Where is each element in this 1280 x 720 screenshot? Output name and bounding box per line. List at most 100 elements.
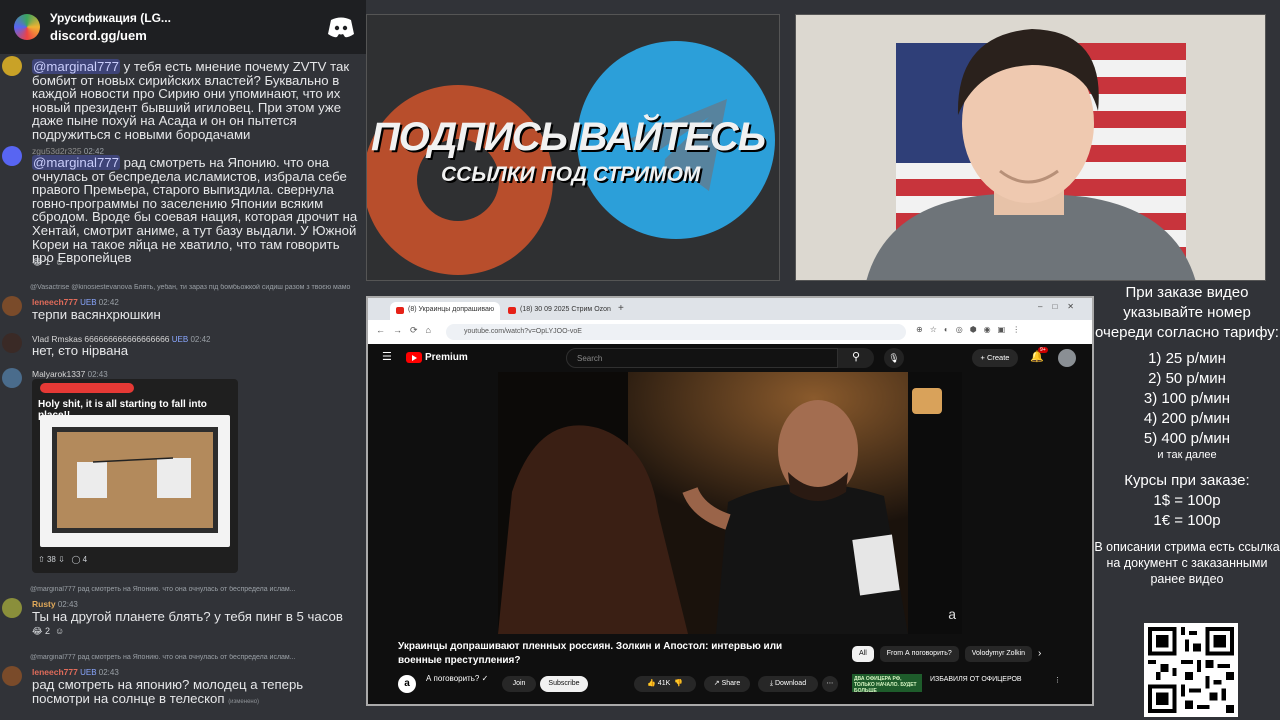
username[interactable]: leneech777: [32, 667, 78, 677]
message-time: 02:43: [98, 668, 119, 677]
chat-message: Vlad Rmskas 666666666666666666 UEB 02:42…: [0, 330, 366, 360]
subscribe-button[interactable]: Subscribe: [540, 676, 588, 692]
avatar[interactable]: [2, 296, 22, 316]
discord-header: Урусификация (LG... discord.gg/uem: [0, 0, 366, 54]
edited-label: (изменено): [228, 698, 260, 705]
reactions[interactable]: 😂 1 ☺: [32, 257, 64, 268]
discord-chat-panel: Урусификация (LG... discord.gg/uem @marg…: [0, 0, 366, 720]
chip-all[interactable]: All: [852, 646, 874, 662]
courses-title: Курсы при заказе:: [1124, 472, 1250, 489]
avatar[interactable]: [2, 666, 22, 686]
chip-from-channel[interactable]: From А поговорить?: [879, 646, 959, 662]
tab-strip: (8) Украинцы допрашиваю (18) 30 09 2025 …: [368, 298, 1092, 320]
subscribe-banner: ПОДПИСЫВАЙТЕСЬ ССЫЛКИ ПОД СТРИМОМ: [366, 14, 780, 281]
account-avatar[interactable]: [1058, 349, 1076, 367]
price-item: 5) 400 р/мин: [1143, 430, 1231, 447]
create-button[interactable]: + Create: [972, 349, 1018, 367]
chat-message: @marginal777 рад смотреть на Японию. что…: [0, 586, 366, 642]
rec-thumbnail: ДВА ОФИЦЕРА РФ, ТОЛЬКО НАЧАЛО. БУДЕТ БОЛ…: [852, 674, 922, 694]
reactions[interactable]: 😂 2 ☺: [32, 626, 64, 637]
price-item: 3) 100 р/мин: [1143, 390, 1231, 407]
image-embed[interactable]: Holy shit, it is all starting to fall in…: [32, 379, 238, 573]
chat-message: @marginal777 рад смотреть на Японию. что…: [0, 654, 366, 720]
username[interactable]: leneech777: [32, 297, 78, 307]
avatar[interactable]: [2, 598, 22, 618]
like-button[interactable]: 👍 41K 👎: [634, 676, 696, 692]
message-meta: Rusty 02:43: [32, 599, 78, 609]
recommendation-chips: All From А поговорить? Volodymyr Zolkin …: [852, 646, 1041, 662]
chat-message: @marginal777 у тебя есть мнение почему Z…: [0, 54, 366, 141]
message-meta: leneech777 UEB 02:43: [32, 667, 119, 677]
avatar[interactable]: [2, 333, 22, 353]
reply-preview[interactable]: @marginal777 рад смотреть на Японию. что…: [30, 654, 364, 661]
download-button[interactable]: ⤓ Download: [758, 676, 818, 692]
invite-link[interactable]: discord.gg/uem: [50, 27, 171, 44]
join-button[interactable]: Join: [502, 676, 536, 692]
price-item: 2) 50 р/мин: [1148, 370, 1226, 387]
url-field[interactable]: youtube.com/watch?v=OpLYJOO-voE: [446, 324, 906, 340]
embed-image: [40, 415, 230, 547]
search-icon[interactable]: ⚲: [838, 348, 874, 368]
notification-badge: 9+: [1038, 347, 1048, 353]
order-info-panel: При заказе видео указывайте номер очеред…: [1094, 281, 1280, 720]
qr-code[interactable]: [1144, 623, 1238, 717]
avatar[interactable]: [2, 146, 22, 166]
cork-board: [52, 427, 218, 533]
message-text: Ты на другой планете блять? у тебя пинг …: [32, 609, 343, 624]
reply-preview[interactable]: @Vasactrise @kinosiestevanova Блять, уеб…: [30, 284, 364, 291]
webcam-feed: [795, 14, 1266, 281]
rate-item: 1€ = 100р: [1153, 512, 1221, 529]
chat-message: zgu53d2r325 02:42 @marginal777 рад смотр…: [0, 142, 366, 272]
message-text: нет, єто нірвана: [32, 343, 129, 358]
username[interactable]: Malyarok1337: [32, 369, 85, 379]
extension-icons[interactable]: ⊕☆◐◎⬢◉▣⋮: [916, 325, 1027, 334]
message-text: терпи васянхрюшкин: [32, 307, 161, 322]
server-name: Урусификация (LG...: [50, 11, 171, 25]
message-time: 02:42: [190, 335, 211, 344]
menu-icon[interactable]: ☰: [382, 350, 392, 363]
message-meta: Malyarok1337 02:43: [32, 369, 108, 379]
role-badge: UEB: [171, 335, 189, 344]
youtube-logo[interactable]: Premium: [406, 352, 468, 363]
youtube-favicon-icon: [396, 307, 404, 314]
chip-volodymyr-zolkin[interactable]: Volodymyr Zolkin: [964, 646, 1033, 662]
video-player[interactable]: a: [498, 372, 962, 634]
banner-title: ПОДПИСЫВАЙТЕСЬ: [371, 115, 766, 159]
avatar[interactable]: [2, 368, 22, 388]
server-icon[interactable]: [14, 14, 40, 40]
microphone-icon[interactable]: 🎙: [884, 348, 904, 368]
nav-buttons[interactable]: ←→⟳⌂: [376, 325, 439, 336]
price-item: 1) 25 р/мин: [1148, 350, 1226, 367]
message-time: 02:42: [98, 298, 119, 307]
message-text: рад смотреть на японию? молодец а теперь…: [32, 677, 304, 706]
rec-menu-icon[interactable]: ⋮: [1054, 676, 1061, 684]
banner-subtitle: ССЫЛКИ ПОД СТРИМОМ: [441, 163, 701, 186]
new-tab-button[interactable]: +: [618, 303, 624, 314]
youtube-play-icon: [406, 352, 422, 363]
youtube-favicon-icon: [508, 307, 516, 314]
stream-layout: Урусификация (LG... discord.gg/uem @marg…: [0, 0, 1280, 720]
more-actions-icon[interactable]: ⋯: [822, 676, 838, 692]
username[interactable]: Rusty: [32, 599, 56, 609]
channel-avatar[interactable]: a: [398, 675, 416, 693]
role-badge: UEB: [80, 298, 97, 307]
channel-name[interactable]: А поговорить? ✓: [426, 674, 488, 683]
role-badge: UEB: [80, 668, 97, 677]
browser-tab[interactable]: (18) 30 09 2025 Стрим Ozon: [502, 302, 612, 320]
channel-row: a А поговорить? ✓ Join Subscribe 👍 41K 👎…: [398, 674, 838, 696]
reply-preview[interactable]: @marginal777 рад смотреть на Японию. что…: [30, 586, 364, 593]
rec-title: ИЗБАВИЛЯ ОТ ОФИЦЕРОВ: [930, 676, 1022, 683]
share-button[interactable]: ↗ Share: [704, 676, 750, 692]
search-input[interactable]: Search: [566, 348, 838, 368]
description-note: В описании стрима есть ссылка на докумен…: [1094, 540, 1280, 586]
chevron-right-icon[interactable]: ›: [1038, 646, 1041, 662]
video-frame: [498, 372, 962, 634]
avatar[interactable]: [2, 56, 22, 76]
browser-tab[interactable]: (8) Украинцы допрашиваю: [390, 302, 500, 320]
window-controls[interactable]: –□✕: [1038, 302, 1084, 311]
video-title: Украинцы допрашивают пленных россиян. Зо…: [398, 641, 783, 666]
address-bar: ←→⟳⌂ youtube.com/watch?v=OpLYJOO-voE ⊕☆◐…: [368, 320, 1092, 344]
string-line: [92, 457, 174, 463]
channel-watermark-icon: a: [948, 606, 956, 622]
message-time: 02:43: [57, 600, 78, 609]
